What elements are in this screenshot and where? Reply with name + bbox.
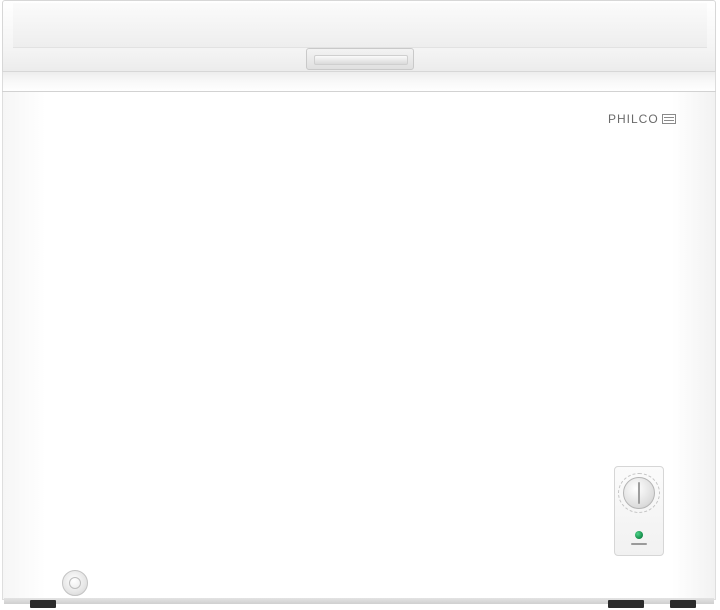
power-indicator-led	[635, 531, 643, 539]
grill-emblem-icon	[661, 114, 676, 124]
chest-freezer: PHILCO	[0, 0, 720, 610]
foot-mid	[608, 600, 644, 608]
lid-seam	[2, 72, 716, 92]
indicator-label	[631, 543, 647, 545]
brand-name: PHILCO	[608, 112, 659, 126]
lid-top-surface	[13, 3, 707, 48]
brand-logo: PHILCO	[608, 112, 676, 126]
freezer-body	[2, 92, 716, 600]
foot-right	[670, 600, 696, 608]
thermostat-knob[interactable]	[623, 477, 655, 509]
handle-grip	[314, 55, 408, 65]
knob-grip	[638, 482, 640, 504]
drain-plug-inner-ring	[69, 577, 81, 589]
foot-left	[30, 600, 56, 608]
lid-handle[interactable]	[306, 48, 414, 70]
drain-plug[interactable]	[62, 570, 88, 596]
control-panel	[614, 466, 664, 556]
